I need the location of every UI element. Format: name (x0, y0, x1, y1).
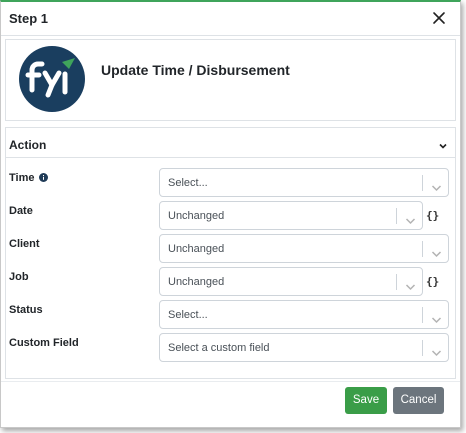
time-select[interactable]: Select... (159, 168, 449, 197)
select-divider (422, 175, 423, 191)
status-label: Status (9, 304, 43, 316)
fyi-logo-icon (19, 46, 85, 112)
chevron-down-icon (431, 311, 442, 324)
client-select-value: Unchanged (168, 243, 225, 255)
time-label: Time (9, 172, 49, 184)
chevron-down-icon (431, 245, 442, 258)
action-section-header[interactable]: Action (6, 128, 455, 158)
status-select-value: Select... (168, 309, 208, 321)
date-label: Date (9, 205, 33, 217)
action-title: Update Time / Disbursement (101, 62, 290, 78)
footer-divider (1, 381, 460, 382)
job-expression-button[interactable]: {} (426, 275, 439, 288)
chevron-down-icon (431, 179, 442, 192)
save-button[interactable]: Save (345, 387, 387, 414)
time-label-text: Time (9, 172, 35, 184)
custom-field-select-value: Select a custom field (168, 342, 270, 354)
chevron-down-icon (405, 212, 416, 225)
client-select[interactable]: Unchanged (159, 234, 449, 263)
info-icon[interactable] (39, 173, 49, 182)
date-select-value: Unchanged (168, 210, 225, 222)
status-select[interactable]: Select... (159, 300, 449, 329)
chevron-down-icon (405, 278, 416, 291)
chevron-down-icon (438, 138, 448, 149)
chevron-down-icon (431, 344, 442, 357)
select-divider (422, 241, 423, 257)
client-label: Client (9, 238, 40, 250)
job-select-value: Unchanged (168, 276, 225, 288)
date-select[interactable]: Unchanged (159, 201, 423, 230)
job-select[interactable]: Unchanged (159, 267, 423, 296)
select-divider (396, 274, 397, 290)
section-title: Action (9, 138, 47, 152)
dialog-title: Step 1 (9, 11, 49, 26)
time-select-value: Select... (168, 177, 208, 189)
custom-field-select[interactable]: Select a custom field (159, 333, 449, 362)
step-dialog: Step 1 Update Time / Disbursement Action (0, 0, 461, 428)
dialog-header: Step 1 (1, 2, 460, 36)
custom-field-label: Custom Field (9, 337, 79, 349)
action-hero: Update Time / Disbursement (5, 39, 456, 121)
job-label: Job (9, 271, 29, 283)
close-icon[interactable] (429, 8, 449, 28)
cancel-button[interactable]: Cancel (393, 387, 444, 414)
select-divider (422, 307, 423, 323)
date-expression-button[interactable]: {} (426, 209, 439, 222)
select-divider (396, 208, 397, 224)
select-divider (422, 340, 423, 356)
